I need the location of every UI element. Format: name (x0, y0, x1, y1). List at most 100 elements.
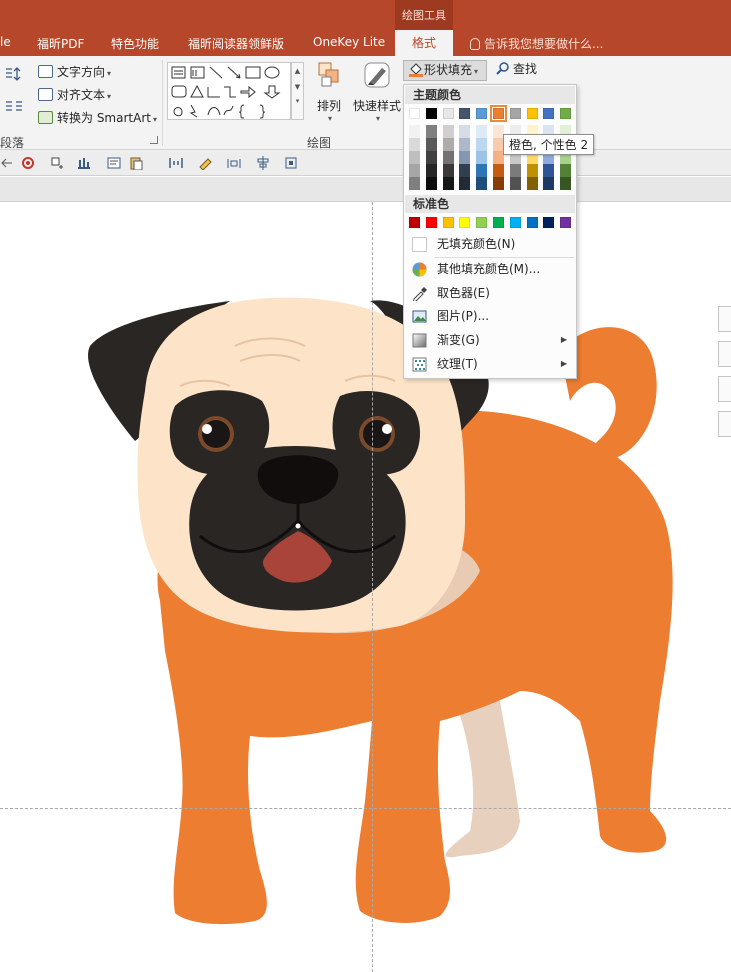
gradient-item[interactable]: 渐变(G) ▶ (405, 329, 575, 351)
theme-color-swatch[interactable] (442, 108, 454, 119)
side-options-button[interactable] (718, 411, 731, 437)
theme-color-swatch[interactable] (476, 108, 488, 119)
align-center-icon[interactable] (226, 155, 242, 170)
shapes-gallery-scroll[interactable]: ▲ ▼ ▾ (291, 62, 304, 120)
side-layout-button[interactable] (718, 306, 731, 332)
align-text-button[interactable]: 对齐文本 ▾ (38, 86, 111, 103)
select-pane-icon[interactable] (283, 155, 299, 170)
standard-color-swatch[interactable] (560, 217, 572, 228)
theme-shade-swatch[interactable] (442, 151, 454, 164)
theme-shade-swatch[interactable] (560, 177, 572, 190)
theme-shade-swatch[interactable] (509, 177, 521, 190)
theme-shade-swatch[interactable] (442, 138, 454, 151)
standard-color-swatch[interactable] (442, 217, 454, 228)
theme-color-swatch[interactable] (509, 108, 521, 119)
more-fill-colors-item[interactable]: 其他填充颜色(M)... (405, 258, 575, 280)
tab-onekey-lite[interactable]: OneKey Lite (313, 35, 385, 49)
format-painter-icon[interactable] (197, 155, 213, 170)
find-button[interactable]: 查找 (496, 60, 556, 81)
theme-shade-swatch[interactable] (409, 164, 420, 177)
text-direction-button[interactable]: 文字方向 ▾ (38, 63, 111, 80)
theme-shade-swatch[interactable] (543, 177, 555, 190)
theme-color-swatch[interactable] (409, 108, 420, 119)
align-middle-icon[interactable] (255, 155, 271, 170)
quick-styles-button[interactable]: 快速样式 ▾ (350, 60, 404, 130)
theme-shade-swatch[interactable] (409, 125, 420, 138)
paste-icon[interactable] (128, 155, 144, 170)
theme-color-swatch[interactable] (526, 108, 538, 119)
theme-shade-swatch[interactable] (476, 151, 488, 164)
theme-shade-swatch[interactable] (425, 138, 437, 151)
standard-color-swatch[interactable] (476, 217, 488, 228)
theme-shade-swatch[interactable] (459, 125, 471, 138)
theme-shade-swatch[interactable] (560, 164, 572, 177)
theme-shade-swatch[interactable] (459, 164, 471, 177)
line-spacing-button[interactable] (4, 66, 26, 85)
theme-shade-swatch[interactable] (476, 177, 488, 190)
side-style-button[interactable] (718, 341, 731, 367)
theme-shade-swatch[interactable] (493, 177, 504, 190)
scroll-up-icon[interactable]: ▲ (292, 67, 303, 75)
picture-item[interactable]: 图片(P)... (405, 305, 575, 327)
theme-shade-swatch[interactable] (409, 177, 420, 190)
theme-color-swatch[interactable] (459, 108, 471, 119)
texture-item[interactable]: 纹理(T) ▶ (405, 353, 575, 375)
theme-shade-swatch[interactable] (493, 164, 504, 177)
theme-shade-swatch[interactable] (459, 138, 471, 151)
theme-shade-swatch[interactable] (459, 177, 471, 190)
rotate-icon[interactable] (20, 155, 36, 170)
shapes-gallery[interactable] (167, 62, 291, 120)
side-filter-button[interactable] (718, 376, 731, 402)
theme-shade-swatch[interactable] (543, 164, 555, 177)
theme-shade-swatch[interactable] (476, 138, 488, 151)
theme-color-swatch[interactable] (560, 108, 572, 119)
standard-color-swatch[interactable] (509, 217, 521, 228)
tab-foxit-reader[interactable]: 福昕阅读器领鲜版 (188, 35, 284, 52)
theme-shade-swatch[interactable] (476, 125, 488, 138)
theme-shade-swatch[interactable] (442, 125, 454, 138)
theme-color-swatch[interactable] (425, 108, 437, 119)
theme-shade-swatch[interactable] (409, 138, 420, 151)
theme-color-swatch[interactable] (490, 105, 507, 122)
bring-forward-icon[interactable] (49, 155, 65, 170)
theme-shade-swatch[interactable] (409, 151, 420, 164)
tab-foxit-pdf[interactable]: 福昕PDF (37, 35, 84, 52)
theme-shade-swatch[interactable] (442, 164, 454, 177)
theme-shade-swatch[interactable] (425, 177, 437, 190)
theme-shade-swatch[interactable] (459, 151, 471, 164)
theme-shade-swatch[interactable] (476, 164, 488, 177)
align-icon[interactable] (0, 155, 16, 170)
theme-shade-swatch[interactable] (509, 164, 521, 177)
pug-illustration[interactable] (0, 202, 731, 972)
standard-color-swatch[interactable] (493, 217, 504, 228)
columns-button[interactable] (4, 99, 26, 118)
no-fill-item[interactable]: 无填充颜色(N) (405, 233, 575, 255)
standard-color-swatch[interactable] (425, 217, 437, 228)
convert-smartart-button[interactable]: 转换为 SmartArt ▾ (38, 109, 157, 126)
theme-shade-swatch[interactable] (425, 125, 437, 138)
theme-shade-swatch[interactable] (526, 164, 538, 177)
text-box-icon[interactable] (106, 155, 122, 170)
group-icon[interactable] (168, 155, 184, 170)
theme-shade-swatch[interactable] (442, 177, 454, 190)
theme-shade-swatch[interactable] (425, 151, 437, 164)
theme-color-swatch[interactable] (543, 108, 555, 119)
tab-format[interactable]: 格式 (395, 30, 453, 56)
theme-shade-swatch[interactable] (526, 177, 538, 190)
arrange-button[interactable]: 排列 ▾ (310, 60, 348, 130)
eyedropper-item[interactable]: 取色器(E) (405, 282, 575, 304)
standard-color-swatch[interactable] (409, 217, 420, 228)
distribute-icon[interactable] (76, 155, 92, 170)
standard-color-swatch[interactable] (543, 217, 555, 228)
scroll-down-icon[interactable]: ▼ (292, 83, 303, 91)
standard-color-swatch[interactable] (526, 217, 538, 228)
standard-color-swatch[interactable] (459, 217, 471, 228)
shape-fill-button[interactable]: 形状填充 ▾ (403, 60, 487, 81)
tab-file-partial[interactable]: le (0, 35, 11, 49)
slide-canvas[interactable] (0, 201, 731, 972)
theme-shade-swatch[interactable] (425, 164, 437, 177)
tab-special-features[interactable]: 特色功能 (111, 35, 159, 52)
tell-me-search[interactable]: 告诉我您想要做什么... (470, 35, 603, 52)
gallery-more-icon[interactable]: ▾ (292, 97, 303, 105)
dialog-launcher-icon[interactable] (150, 136, 158, 144)
